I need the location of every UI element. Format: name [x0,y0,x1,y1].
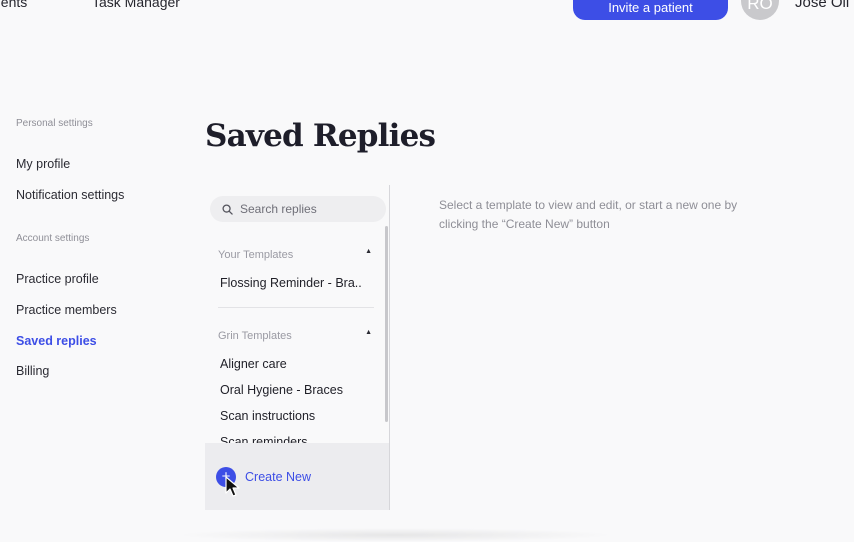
sidebar-item-saved-replies[interactable]: Saved replies [16,334,97,348]
pointer-cursor-icon [225,476,240,497]
panel-divider [389,185,390,510]
grin-templates-list: Aligner care Oral Hygiene - Braces Scan … [205,355,385,443]
sidebar-item-billing[interactable]: Billing [16,364,49,378]
search-icon [222,203,234,215]
empty-state-hint: Select a template to view and edit, or s… [439,198,738,231]
search-input[interactable] [240,202,380,216]
search-replies-field[interactable] [210,196,386,222]
template-item[interactable]: Scan reminders [220,435,308,443]
top-navigation: atients Task Manager Invite a patient RO… [0,0,854,24]
group-divider [218,307,374,308]
template-item[interactable]: Oral Hygiene - Braces [220,383,343,397]
create-new-label: Create New [245,469,311,484]
templates-scrollbar[interactable] [385,226,388,422]
avatar[interactable]: RO [741,0,779,20]
sidebar-item-practice-profile[interactable]: Practice profile [16,272,99,286]
bottom-shadow [175,528,615,542]
template-item[interactable]: Scan instructions [220,409,315,423]
caret-up-icon[interactable]: ▲ [365,248,372,255]
nav-patients-link[interactable]: atients [0,0,27,10]
personal-settings-heading: Personal settings [16,118,93,129]
page-title: Saved Replies [205,118,436,154]
user-name[interactable]: Jose Oli [795,0,849,11]
template-item[interactable]: Aligner care [220,357,287,371]
grin-templates-label: Grin Templates [218,330,292,342]
grin-templates-header[interactable]: Grin Templates ▲ [218,326,372,342]
template-item[interactable]: Flossing Reminder - Bra.. [220,276,362,290]
sidebar-item-practice-members[interactable]: Practice members [16,303,117,317]
your-templates-label: Your Templates [218,249,294,261]
nav-task-manager-link[interactable]: Task Manager [92,0,180,10]
caret-up-icon[interactable]: ▲ [365,329,372,336]
your-templates-header[interactable]: Your Templates ▲ [218,245,372,261]
account-settings-heading: Account settings [16,233,90,244]
sidebar-item-my-profile[interactable]: My profile [16,157,70,171]
invite-patient-button[interactable]: Invite a patient [573,0,728,20]
sidebar-item-notification-settings[interactable]: Notification settings [16,188,124,202]
